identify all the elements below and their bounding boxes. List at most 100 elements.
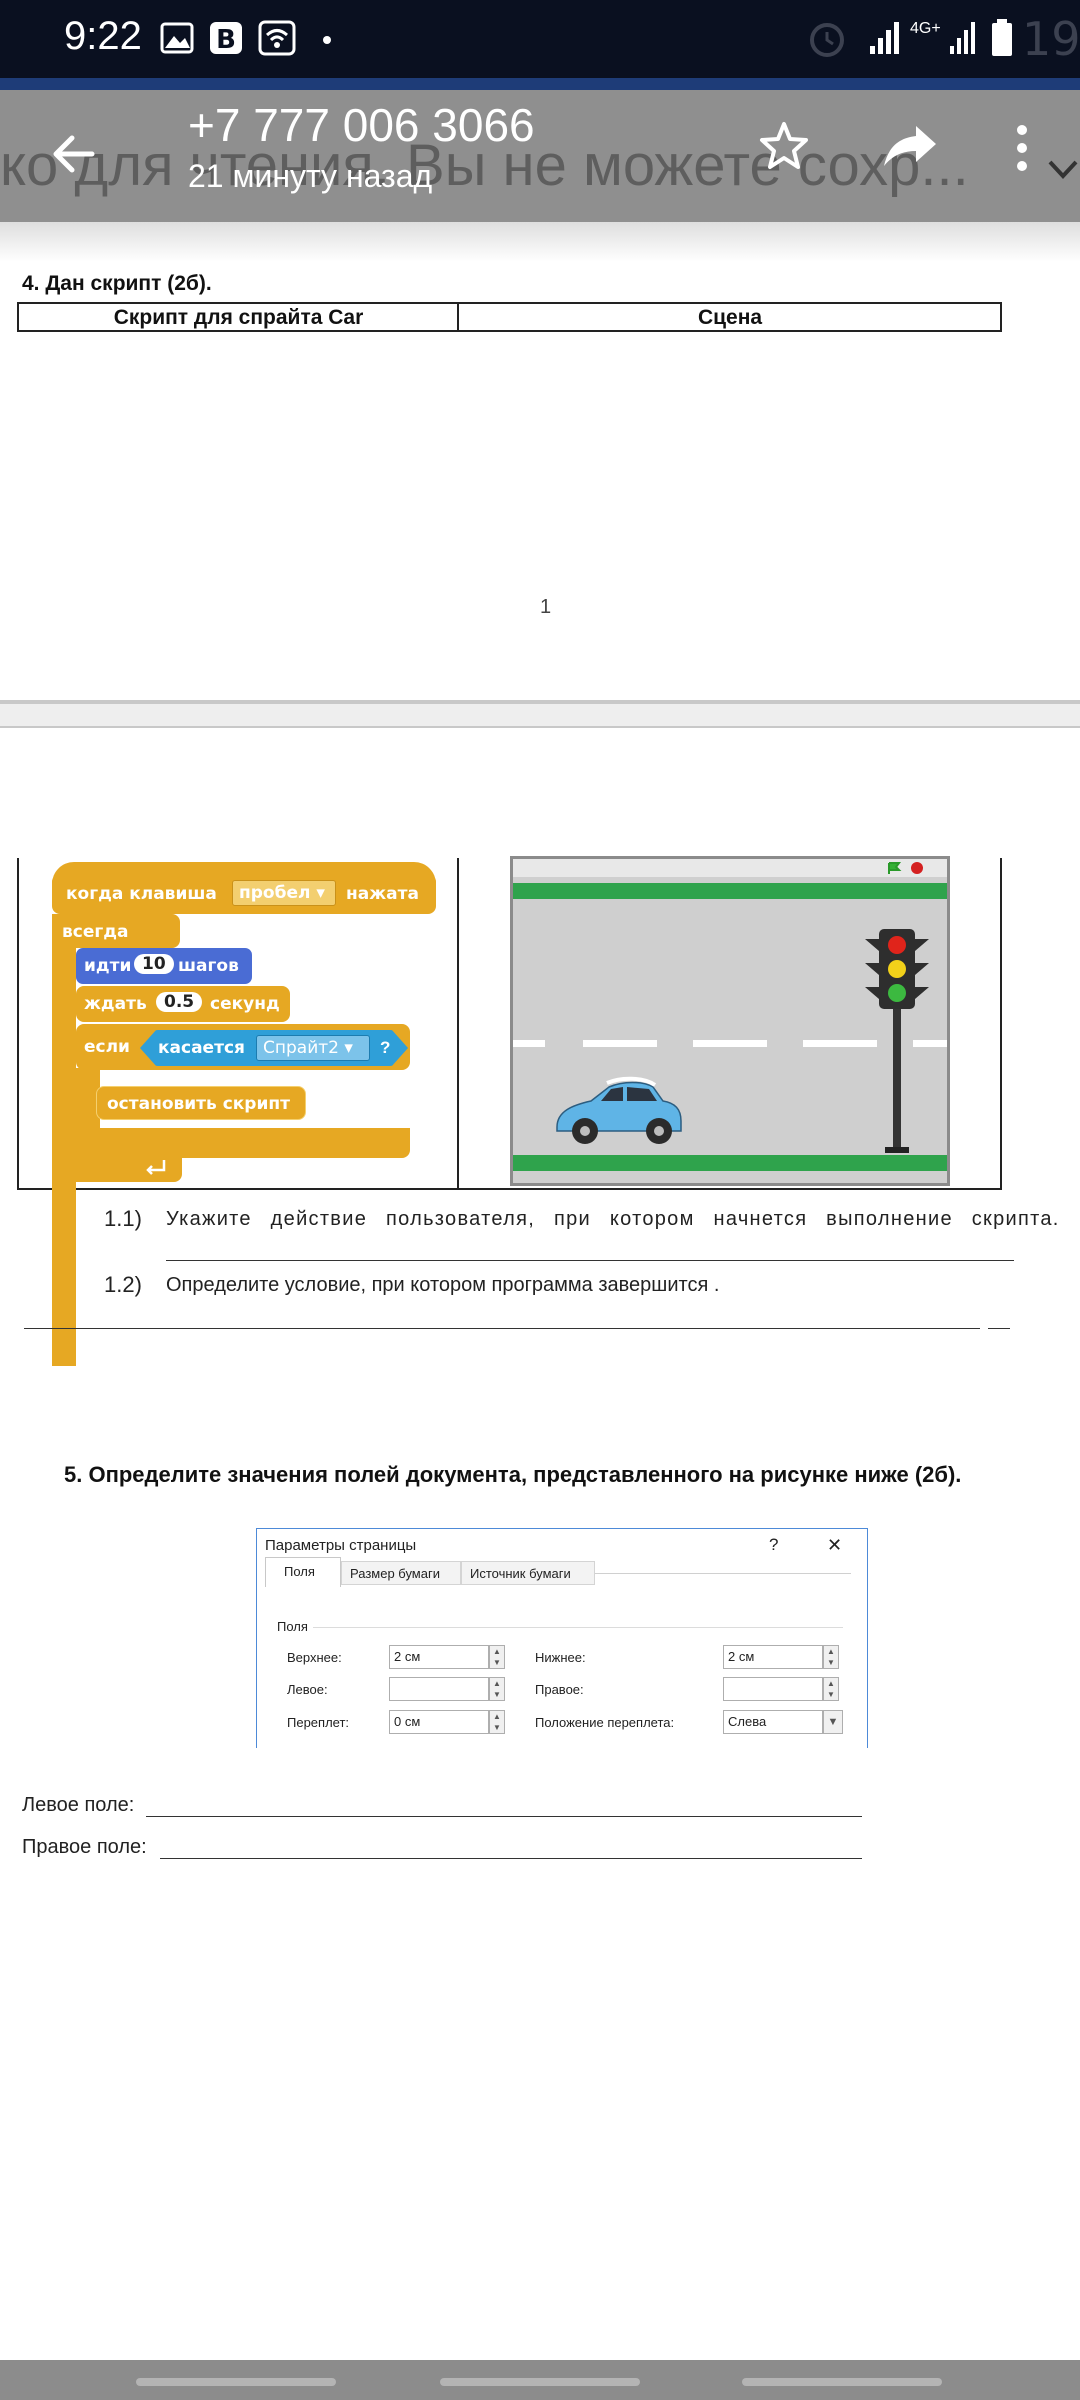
touching-label: касается — [158, 1038, 245, 1058]
table-left-border — [17, 302, 19, 332]
image-table-left — [17, 858, 19, 1190]
status-time: 9:22 — [64, 14, 142, 58]
more-notifications-icon — [323, 36, 331, 44]
svg-text:B: B — [216, 25, 236, 55]
key-value: пробел — [239, 883, 311, 903]
stage-scene — [510, 856, 950, 1186]
forever-foot — [52, 1152, 182, 1182]
chat-subtitle: 21 минуту назад — [188, 158, 433, 194]
alarm-icon — [810, 23, 844, 57]
tab-paper-size[interactable]: Размер бумаги — [341, 1561, 461, 1585]
vk-icon: B — [210, 22, 242, 55]
loop-arrow-icon — [146, 1160, 166, 1175]
nav-back-handle[interactable] — [742, 2378, 942, 2386]
right-margin-label: Правое: — [535, 1682, 584, 1697]
q1-1-answer-line[interactable] — [166, 1260, 1014, 1261]
if-label: если — [84, 1037, 130, 1057]
seconds-value: 0.5 — [156, 992, 203, 1012]
back-arrow-icon[interactable] — [48, 128, 100, 180]
question-mark: ? — [380, 1038, 391, 1057]
app-bar: ко для чтения. Вы не можете сохр... +7 7… — [0, 90, 1080, 222]
q1-2-number: 1.2) — [104, 1272, 142, 1297]
tab-paper-size-label: Размер бумаги — [350, 1566, 440, 1581]
table-bottom-border — [17, 330, 1002, 332]
forever-block: всегда — [52, 914, 180, 948]
right-field-label: Правое поле: — [22, 1836, 147, 1858]
right-field-answer-line[interactable] — [160, 1858, 862, 1859]
gutter-position-dropdown-icon[interactable]: ▼ — [823, 1710, 843, 1734]
right-margin-spinner[interactable]: ▲ ▼ — [823, 1677, 839, 1701]
key-dropdown: пробел ▾ — [232, 880, 336, 906]
section-fields-label: Поля — [277, 1619, 308, 1634]
status-divider — [0, 78, 1080, 90]
when-key-label: когда клавиша — [66, 884, 217, 904]
navigation-bar — [0, 2360, 1080, 2400]
chat-title: +7 777 006 3066 — [188, 99, 535, 151]
page-shadow — [0, 222, 1080, 262]
gutter-position-label: Положение переплета: — [535, 1715, 675, 1730]
stop-script-block: остановить скрипт — [96, 1086, 306, 1120]
network-type-label: 4G+ — [910, 20, 941, 37]
page-gap — [0, 704, 1080, 728]
left-field-answer-line[interactable] — [146, 1816, 862, 1817]
task4-title: 4. Дан скрипт (2б). — [22, 272, 212, 295]
battery-icon — [992, 19, 1012, 56]
table-right-border — [1000, 302, 1002, 332]
wifi-icon — [258, 20, 296, 56]
signal-icon — [870, 22, 899, 54]
bottom-margin-label: Нижнее: — [535, 1650, 586, 1665]
more-options-icon[interactable] — [1010, 124, 1034, 172]
bottom-margin-field[interactable]: 2 см — [723, 1645, 823, 1669]
col-script-header: Скрипт для спрайта Car — [113, 306, 364, 329]
gallery-icon — [160, 22, 194, 54]
top-margin-label: Верхнее: — [287, 1650, 342, 1665]
gutter-spinner[interactable]: ▲ ▼ — [489, 1710, 505, 1734]
tab-fields[interactable]: Поля — [265, 1557, 341, 1587]
star-icon[interactable] — [758, 120, 810, 172]
tab-paper-source[interactable]: Источник бумаги — [461, 1561, 595, 1585]
chevron-down-icon[interactable] — [1046, 158, 1080, 182]
top-margin-field[interactable]: 2 см — [389, 1645, 489, 1669]
left-margin-field[interactable] — [389, 1677, 489, 1701]
top-margin-spinner[interactable]: ▲ ▼ — [489, 1645, 505, 1669]
share-icon[interactable] — [882, 122, 938, 170]
page-setup-dialog: Параметры страницы ? ✕ Поля Размер бумаг… — [256, 1528, 868, 1748]
tab-paper-source-label: Источник бумаги — [470, 1566, 571, 1581]
dialog-close-button[interactable]: ✕ — [827, 1535, 842, 1556]
when-key-block: когда клавиша пробел ▾ нажата — [52, 874, 436, 914]
left-field-label: Левое поле: — [22, 1794, 135, 1816]
left-margin-label: Левое: — [287, 1682, 328, 1697]
right-margin-field[interactable] — [723, 1677, 823, 1701]
dialog-title: Параметры страницы — [265, 1537, 417, 1554]
bottom-margin-spinner[interactable]: ▲ ▼ — [823, 1645, 839, 1669]
dialog-help-button[interactable]: ? — [769, 1535, 778, 1555]
left-margin-spinner[interactable]: ▲ ▼ — [489, 1677, 505, 1701]
move-label: идти — [84, 956, 132, 976]
q1-2-answer-line-tail — [988, 1328, 1010, 1329]
tab-fields-label: Поля — [284, 1564, 315, 1579]
nav-home-handle[interactable] — [440, 2378, 640, 2386]
image-table-right — [1000, 858, 1002, 1190]
sprite-value: Спрайт2 — [263, 1038, 339, 1058]
page-number: 1 — [540, 596, 552, 618]
document-page-2: когда клавиша пробел ▾ нажата всегда идт… — [0, 728, 1080, 2360]
col-scene-header: Сцена — [697, 306, 763, 329]
table-top-border — [17, 302, 1002, 304]
stop-label: остановить скрипт — [107, 1094, 290, 1114]
battery-percent-ghost: 19 — [1022, 12, 1080, 66]
image-table-mid — [457, 858, 459, 1190]
q1-2-answer-line[interactable] — [24, 1328, 980, 1329]
signal-2-icon — [950, 22, 975, 54]
gutter-position-select[interactable]: Слева — [723, 1710, 823, 1734]
wait-block: ждать 0.5 секунд — [76, 986, 290, 1022]
nav-recents-handle[interactable] — [136, 2378, 336, 2386]
gutter-field[interactable]: 0 см — [389, 1710, 489, 1734]
status-bar: 9:22 B 4G+ 19 — [0, 0, 1080, 78]
section-divider — [313, 1627, 843, 1628]
q1-2-text: Определите условие, при котором программ… — [166, 1274, 720, 1296]
q1-1-text: Укажите действие пользователя, при котор… — [166, 1208, 1060, 1230]
wait-label: ждать — [84, 994, 147, 1014]
touching-block: касается Спрайт2 ▾ ? — [140, 1030, 408, 1066]
steps-label: шагов — [178, 956, 239, 976]
document-page-1: 4. Дан скрипт (2б). Скрипт для спрайта C… — [0, 222, 1080, 702]
